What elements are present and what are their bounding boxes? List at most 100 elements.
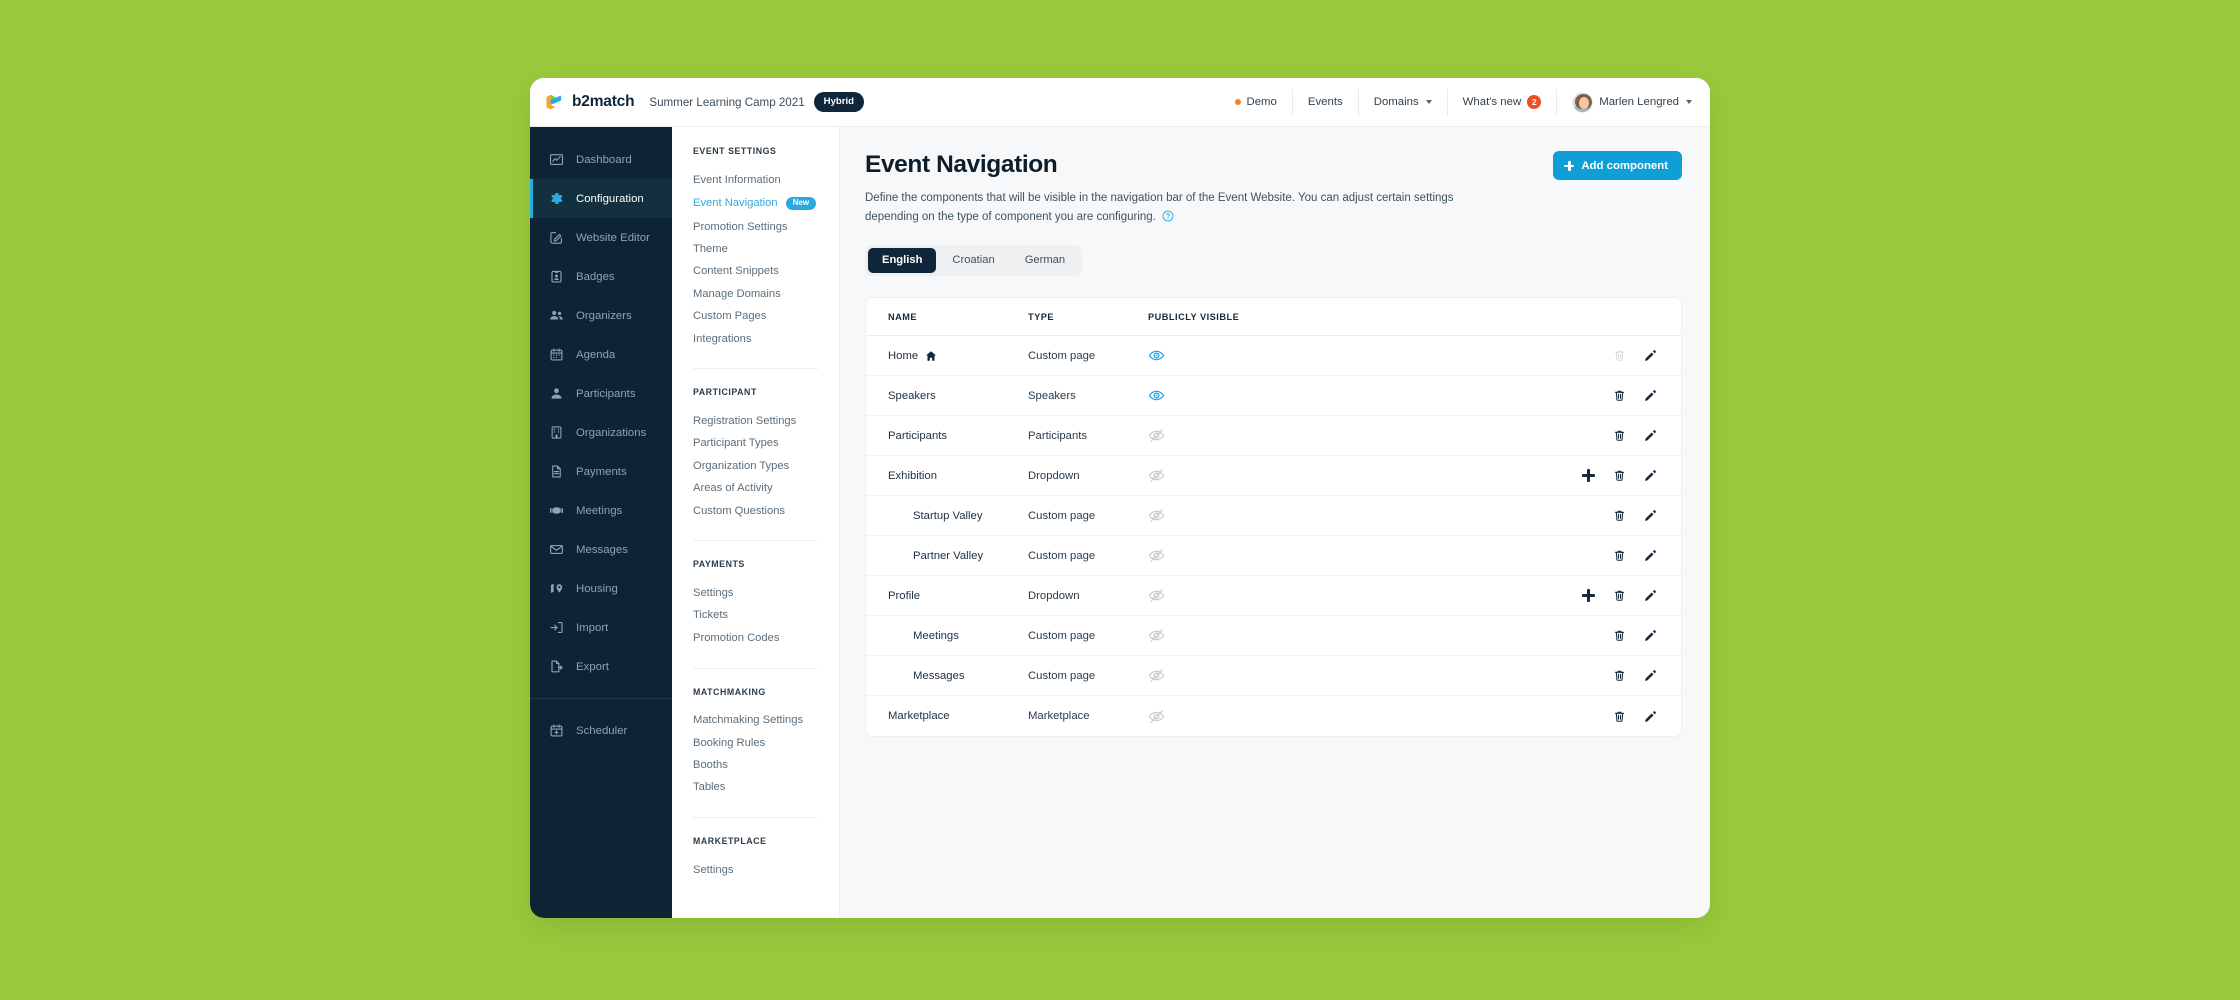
question-circle-icon[interactable]: [1162, 210, 1174, 222]
subnav-item-event-information[interactable]: Event Information: [693, 169, 839, 191]
delete-button[interactable]: [1613, 469, 1626, 482]
edit-button[interactable]: [1644, 509, 1657, 522]
delete-button[interactable]: [1613, 710, 1626, 723]
edit-button[interactable]: [1644, 589, 1657, 602]
delete-button[interactable]: [1613, 589, 1626, 602]
eye-slash-icon[interactable]: [1148, 507, 1165, 524]
sidebar-item-badges[interactable]: Badges: [530, 257, 672, 296]
chevron-down-icon: [1425, 100, 1432, 104]
sidebar-item-label: Participants: [576, 387, 636, 400]
cell-publicly-visible[interactable]: [1148, 627, 1348, 644]
tab-english[interactable]: English: [868, 248, 937, 274]
edit-button[interactable]: [1644, 669, 1657, 682]
delete-button[interactable]: [1613, 629, 1626, 642]
edit-button[interactable]: [1644, 549, 1657, 562]
sidebar-item-organizations[interactable]: Organizations: [530, 413, 672, 452]
subnav-item-matchmaking-settings[interactable]: Matchmaking Settings: [693, 710, 839, 732]
subnav-item-tickets[interactable]: Tickets: [693, 605, 839, 627]
subnav-item-promotion-settings[interactable]: Promotion Settings: [693, 216, 839, 238]
sidebar-item-website-editor[interactable]: Website Editor: [530, 218, 672, 257]
sidebar-item-organizers[interactable]: Organizers: [530, 296, 672, 335]
edit-button[interactable]: [1644, 389, 1657, 402]
delete-button[interactable]: [1613, 549, 1626, 562]
cell-publicly-visible[interactable]: [1148, 507, 1348, 524]
eye-icon[interactable]: [1148, 387, 1165, 404]
cell-publicly-visible[interactable]: [1148, 387, 1348, 404]
subnav-item-custom-pages[interactable]: Custom Pages: [693, 306, 839, 328]
delete-button[interactable]: [1613, 669, 1626, 682]
brand-logo[interactable]: b2match: [544, 92, 635, 112]
cell-publicly-visible[interactable]: [1148, 587, 1348, 604]
edit-button[interactable]: [1644, 629, 1657, 642]
sidebar-item-import[interactable]: Import: [530, 608, 672, 647]
tab-croatian[interactable]: Croatian: [938, 248, 1008, 273]
secondary-sidebar: EVENT SETTINGS Event Information Event N…: [672, 127, 840, 918]
sidebar-item-label: Agenda: [576, 348, 616, 361]
eye-slash-icon[interactable]: [1148, 708, 1165, 725]
edit-button[interactable]: [1644, 349, 1657, 362]
edit-button[interactable]: [1644, 710, 1657, 723]
cell-publicly-visible[interactable]: [1148, 547, 1348, 564]
edit-button[interactable]: [1644, 429, 1657, 442]
subnav-item-promotion-codes[interactable]: Promotion Codes: [693, 627, 839, 649]
subnav-item-marketplace-settings[interactable]: Settings: [693, 859, 839, 881]
add-child-button[interactable]: [1582, 589, 1595, 603]
subnav-item-booths[interactable]: Booths: [693, 754, 839, 776]
sidebar-item-housing[interactable]: Housing: [530, 569, 672, 608]
sidebar-item-meetings[interactable]: Meetings: [530, 491, 672, 530]
delete-button[interactable]: [1613, 509, 1626, 522]
subnav-item-manage-domains[interactable]: Manage Domains: [693, 283, 839, 305]
tab-german[interactable]: German: [1011, 248, 1079, 273]
subnav-item-content-snippets[interactable]: Content Snippets: [693, 261, 839, 283]
subnav-item-payments-settings[interactable]: Settings: [693, 582, 839, 604]
eye-slash-icon[interactable]: [1148, 667, 1165, 684]
subnav-item-theme[interactable]: Theme: [693, 238, 839, 260]
add-child-button[interactable]: [1582, 469, 1595, 483]
subnav-item-organization-types[interactable]: Organization Types: [693, 455, 839, 477]
sidebar-item-messages[interactable]: Messages: [530, 530, 672, 569]
cell-publicly-visible[interactable]: [1148, 427, 1348, 444]
sidebar-item-payments[interactable]: Payments: [530, 452, 672, 491]
subnav-item-custom-questions[interactable]: Custom Questions: [693, 500, 839, 522]
cell-actions: [1582, 469, 1657, 483]
top-nav-whats-new[interactable]: What's new 2: [1448, 88, 1558, 116]
eye-slash-icon[interactable]: [1148, 467, 1165, 484]
top-nav-events[interactable]: Events: [1293, 88, 1359, 116]
top-nav-domains[interactable]: Domains: [1359, 88, 1448, 116]
delete-button[interactable]: [1613, 389, 1626, 402]
add-component-button[interactable]: Add component: [1553, 151, 1682, 180]
subnav-item-registration-settings[interactable]: Registration Settings: [693, 410, 839, 432]
eye-icon[interactable]: [1148, 347, 1165, 364]
action-spacer: [1582, 509, 1595, 522]
sidebar-item-participants[interactable]: Participants: [530, 374, 672, 413]
sidebar-item-configuration[interactable]: Configuration: [530, 179, 672, 218]
subnav-item-tables[interactable]: Tables: [693, 777, 839, 799]
top-nav-demo[interactable]: Demo: [1220, 88, 1293, 116]
user-menu[interactable]: Marlen Lengred: [1557, 89, 1692, 116]
navigation-components-table: NAME TYPE PUBLICLY VISIBLE Home Custom p…: [865, 297, 1682, 738]
eye-slash-icon[interactable]: [1148, 587, 1165, 604]
sidebar-item-scheduler[interactable]: Scheduler: [530, 711, 672, 750]
cell-publicly-visible[interactable]: [1148, 467, 1348, 484]
delete-button[interactable]: [1613, 429, 1626, 442]
edit-button[interactable]: [1644, 469, 1657, 482]
eye-slash-icon[interactable]: [1148, 427, 1165, 444]
eye-slash-icon[interactable]: [1148, 627, 1165, 644]
subnav-item-booking-rules[interactable]: Booking Rules: [693, 732, 839, 754]
eye-slash-icon[interactable]: [1148, 547, 1165, 564]
top-nav-domains-label: Domains: [1373, 96, 1419, 108]
subnav-item-integrations[interactable]: Integrations: [693, 328, 839, 350]
sidebar-item-dashboard[interactable]: Dashboard: [530, 140, 672, 179]
sidebar-item-agenda[interactable]: Agenda: [530, 335, 672, 374]
add-component-label: Add component: [1581, 159, 1668, 172]
subnav-item-areas-of-activity[interactable]: Areas of Activity: [693, 478, 839, 500]
cell-publicly-visible[interactable]: [1148, 667, 1348, 684]
cell-type: Dropdown: [1028, 469, 1080, 482]
cell-publicly-visible[interactable]: [1148, 347, 1348, 364]
subnav-item-participant-types[interactable]: Participant Types: [693, 433, 839, 455]
sidebar-item-export[interactable]: Export: [530, 647, 672, 686]
cell-publicly-visible[interactable]: [1148, 708, 1348, 725]
subnav-item-event-navigation[interactable]: Event Navigation New: [693, 191, 839, 216]
users-icon: [549, 308, 564, 323]
calendar-plus-icon: [549, 723, 564, 738]
